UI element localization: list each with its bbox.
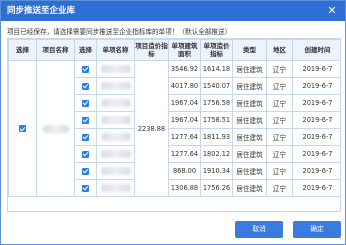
- item-date: 2019-6-7: [292, 94, 340, 112]
- header-project-name: 项目名称: [36, 39, 75, 61]
- item-name-cell: [96, 128, 135, 146]
- item-price: 1540.07: [200, 77, 233, 95]
- item-type: 居住建筑: [232, 145, 267, 163]
- ok-button[interactable]: 确定: [293, 221, 341, 238]
- item-date: 2019-6-7: [292, 77, 340, 95]
- item-date: 2019-6-7: [292, 179, 340, 197]
- item-region: 辽宁: [266, 145, 293, 163]
- item-price: 1910.34: [200, 162, 233, 180]
- item-region: 辽宁: [266, 162, 293, 180]
- item-checkbox[interactable]: [82, 167, 89, 175]
- item-region: 辽宁: [266, 111, 293, 129]
- item-date: 2019-6-7: [292, 111, 340, 129]
- header-region: 地区: [266, 39, 293, 61]
- header-item-name: 单项名称: [96, 39, 135, 61]
- project-select-cell[interactable]: [8, 60, 37, 197]
- redacted-item-name: [100, 184, 131, 192]
- header-project-price: 项目造价指标: [134, 39, 169, 61]
- sync-dialog: 同步推送至企业库 ✕ 项目已经保存，请选择需要同步推送至企业指标库的单项！（默认…: [0, 0, 346, 245]
- header-item-price: 单项造价指标: [200, 39, 233, 61]
- redacted-item-name: [100, 150, 131, 158]
- item-select-cell[interactable]: [74, 111, 97, 129]
- item-select-cell[interactable]: [74, 128, 97, 146]
- redacted-item-name: [100, 116, 131, 124]
- item-region: 辽宁: [266, 128, 293, 146]
- item-price: 1811.93: [200, 128, 233, 146]
- item-type: 居住建筑: [232, 77, 267, 95]
- item-checkbox[interactable]: [82, 184, 89, 192]
- item-select-cell[interactable]: [74, 60, 97, 78]
- redacted-item-name: [100, 167, 131, 175]
- item-type: 居住建筑: [232, 60, 267, 78]
- redacted-item-name: [100, 99, 131, 107]
- item-region: 辽宁: [266, 60, 293, 78]
- redacted-item-name: [100, 133, 131, 141]
- item-region: 辽宁: [266, 94, 293, 112]
- redacted-project-name: [42, 124, 69, 133]
- item-type: 居住建筑: [232, 111, 267, 129]
- item-checkbox[interactable]: [82, 65, 89, 73]
- item-select-cell[interactable]: [74, 162, 97, 180]
- item-name-cell: [96, 60, 135, 78]
- item-area: 1967.04: [168, 111, 201, 129]
- item-name-cell: [96, 94, 135, 112]
- item-price: 1802.12: [200, 145, 233, 163]
- item-checkbox[interactable]: [82, 116, 89, 124]
- item-name-cell: [96, 77, 135, 95]
- item-area: 1277.64: [168, 128, 201, 146]
- header-select-item: 选择: [74, 39, 97, 61]
- table-row: 2238.88 3546.92 1614.18 居住建筑 辽宁 2019-6-7: [8, 60, 340, 197]
- project-price-cell: 2238.88: [134, 60, 169, 197]
- item-type: 居住建筑: [232, 94, 267, 112]
- item-checkbox[interactable]: [82, 133, 89, 141]
- item-name-cell: [96, 145, 135, 163]
- dialog-footer: 取消 确定: [1, 212, 345, 244]
- item-region: 辽宁: [266, 77, 293, 95]
- item-price: 1758.51: [200, 111, 233, 129]
- item-area: 1277.64: [168, 145, 201, 163]
- header-created: 创建时间: [292, 39, 340, 61]
- item-area: 3546.92: [168, 60, 201, 78]
- item-area: 1306.88: [168, 179, 201, 197]
- close-icon[interactable]: ✕: [325, 4, 339, 18]
- item-name-cell: [96, 179, 135, 197]
- item-area: 1967.04: [168, 94, 201, 112]
- item-date: 2019-6-7: [292, 60, 340, 78]
- redacted-item-name: [100, 82, 131, 90]
- item-checkbox[interactable]: [82, 150, 89, 158]
- header-select-project: 选择: [8, 39, 37, 61]
- item-date: 2019-6-7: [292, 162, 340, 180]
- dialog-title: 同步推送至企业库: [1, 1, 345, 21]
- item-price: 1756.26: [200, 179, 233, 197]
- item-type: 居住建筑: [232, 162, 267, 180]
- cancel-button[interactable]: 取消: [235, 221, 283, 238]
- item-select-cell[interactable]: [74, 179, 97, 197]
- item-date: 2019-6-7: [292, 128, 340, 146]
- item-name-cell: [96, 111, 135, 129]
- table-header-row: 选择 项目名称 选择 单项名称 项目造价指标 单项建筑面积 单项造价指标 类型 …: [8, 39, 340, 61]
- projects-table: 选择 项目名称 选择 单项名称 项目造价指标 单项建筑面积 单项造价指标 类型 …: [7, 38, 341, 212]
- project-name-cell: [36, 60, 75, 197]
- item-type: 居住建筑: [232, 179, 267, 197]
- header-type: 类型: [232, 39, 267, 61]
- item-region: 辽宁: [266, 179, 293, 197]
- header-item-area: 单项建筑面积: [168, 39, 201, 61]
- redacted-item-name: [100, 65, 131, 73]
- notice-text: 项目已经保存，请选择需要同步推送至企业指标库的单项！（默认全部推送）: [7, 28, 232, 36]
- item-checkbox[interactable]: [82, 82, 89, 90]
- item-area: 868.00: [168, 162, 201, 180]
- item-select-cell[interactable]: [74, 77, 97, 95]
- item-select-cell[interactable]: [74, 94, 97, 112]
- project-checkbox[interactable]: [19, 125, 26, 132]
- item-checkbox[interactable]: [82, 99, 89, 107]
- item-date: 2019-6-7: [292, 145, 340, 163]
- item-price: 1756.58: [200, 94, 233, 112]
- item-type: 居住建筑: [232, 128, 267, 146]
- item-select-cell[interactable]: [74, 145, 97, 163]
- item-area: 4017.80: [168, 77, 201, 95]
- item-price: 1614.18: [200, 60, 233, 78]
- item-name-cell: [96, 162, 135, 180]
